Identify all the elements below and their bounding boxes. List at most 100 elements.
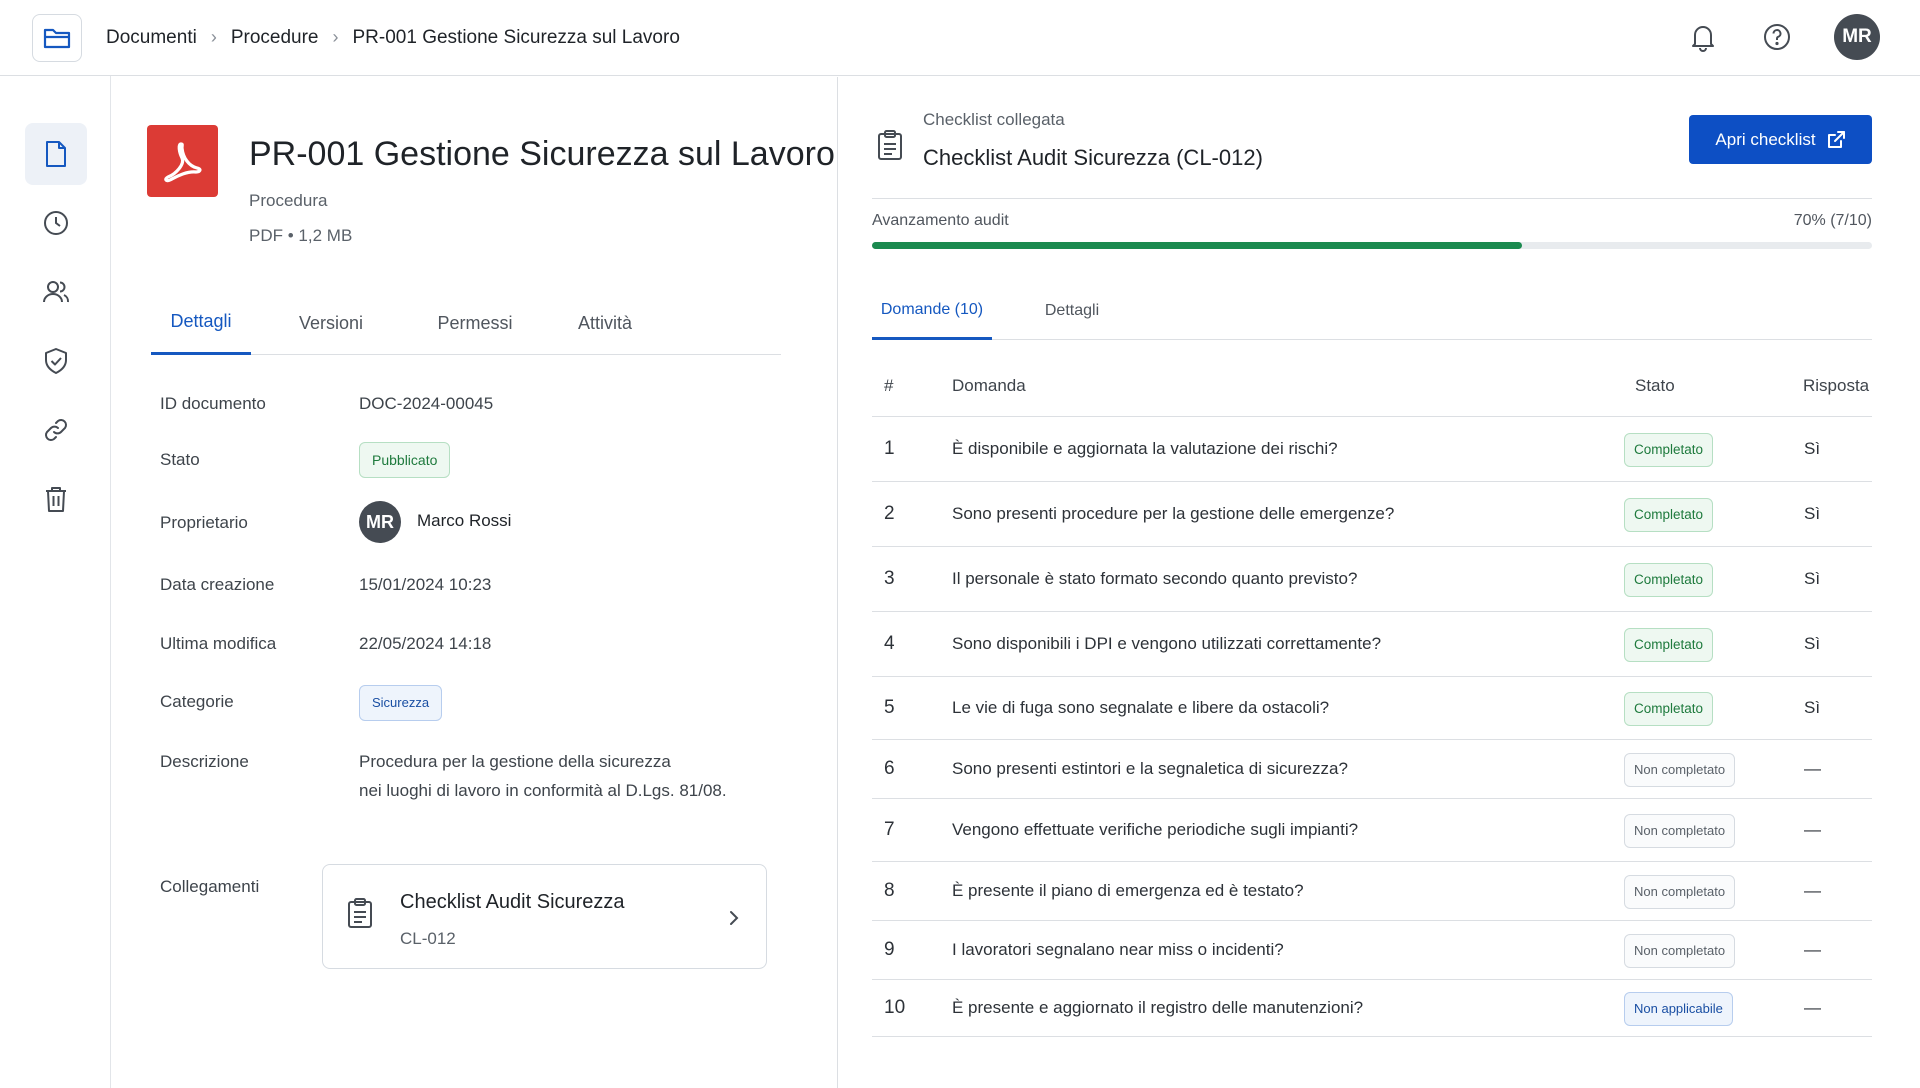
progress-value: 70% (7/10) [1793, 212, 1872, 229]
checklist-caption: Checklist collegata [923, 110, 1065, 129]
row-question: I lavoratori segnalano near miss o incid… [952, 939, 1284, 959]
table-row[interactable]: 10 È presente e aggiornato il registro de… [872, 980, 1872, 1037]
top-bar: Documenti › Procedure › PR-001 Gestione … [0, 0, 1920, 76]
document-meta: PDF • 1,2 MB [249, 226, 352, 246]
pdf-file-icon [147, 125, 218, 197]
table-row[interactable]: 9 I lavoratori segnalano near miss o inci… [872, 921, 1872, 980]
chevron-right-icon: › [332, 27, 339, 47]
open-checklist-button[interactable]: Apri checklist [1689, 115, 1872, 164]
users-icon [43, 281, 69, 303]
user-avatar[interactable]: MR [1834, 14, 1880, 60]
row-answer: Sì [1804, 503, 1821, 523]
table-row[interactable]: 8 È presente il piano di emergenza ed è t… [872, 862, 1872, 921]
document-details-panel: PR-001 Gestione Sicurezza sul Lavoro Pro… [112, 77, 838, 1088]
status-badge: Non completato [1624, 933, 1736, 968]
row-answer: Sì [1804, 697, 1821, 717]
clipboard-icon [348, 898, 372, 928]
sidebar-item-history[interactable] [25, 192, 87, 254]
progress-bar [872, 242, 1872, 249]
tab-attivita[interactable]: Attività [555, 291, 655, 355]
row-question: Vengono effettuate verifiche periodiche … [952, 819, 1359, 839]
sidebar-item-security[interactable] [25, 330, 87, 392]
sidebar-item-users[interactable] [25, 261, 87, 323]
tab-dettagli[interactable]: Dettagli [151, 291, 251, 355]
row-answer: — [1804, 939, 1821, 959]
table-row[interactable]: 4 Sono disponibili i DPI e vengono utiliz… [872, 612, 1872, 677]
row-answer: — [1804, 758, 1821, 778]
row-answer: Sì [1804, 438, 1821, 458]
table-body: 1 È disponibile e aggiornata la valutazio… [872, 417, 1872, 1037]
status-badge: Completato [1624, 562, 1714, 597]
owner-label: Proprietario [160, 513, 248, 532]
status-badge: Non completato [1624, 813, 1736, 848]
status-badge: Non completato [1624, 752, 1736, 787]
help-button[interactable] [1760, 20, 1794, 54]
status-badge: Completato [1624, 627, 1714, 662]
table-row[interactable]: 2 Sono presenti procedure per la gestione… [872, 482, 1872, 547]
status-label: Stato [160, 450, 200, 469]
row-status: Completato [1624, 562, 1714, 597]
breadcrumb-item-documenti[interactable]: Documenti [106, 27, 197, 49]
dot-separator: • [287, 226, 299, 245]
row-question: Sono disponibili i DPI e vengono utilizz… [952, 633, 1382, 653]
table-row[interactable]: 3 Il personale è stato formato secondo qu… [872, 547, 1872, 612]
trash-icon [46, 487, 66, 512]
document-icon [46, 141, 66, 167]
status-badge-text: Pubblicato [359, 442, 451, 478]
row-question: Le vie di fuga sono segnalate e libere d… [952, 697, 1330, 717]
owner-name[interactable]: Marco Rossi [417, 511, 511, 531]
clipboard-icon [878, 130, 902, 160]
row-number: 8 [884, 879, 895, 901]
category-badge-text[interactable]: Sicurezza [359, 685, 443, 721]
divider [872, 198, 1872, 199]
linked-checklist-title: Checklist Audit Sicurezza [400, 891, 625, 913]
breadcrumb-item-current: PR-001 Gestione Sicurezza sul Lavoro [352, 26, 680, 48]
help-icon [1764, 24, 1790, 50]
breadcrumb-item-procedure[interactable]: Procedure [231, 27, 319, 49]
table-row[interactable]: 1 È disponibile e aggiornata la valutazio… [872, 417, 1872, 482]
document-type: Procedura [249, 191, 328, 210]
tab-versioni[interactable]: Versioni [281, 291, 381, 355]
modified-value: 22/05/2024 14:18 [359, 634, 492, 653]
file-format: PDF [249, 226, 283, 245]
row-number: 9 [884, 938, 895, 960]
column-header-answer: Risposta [1803, 376, 1870, 395]
owner-avatar: MR [359, 501, 401, 543]
tab-permessi[interactable]: Permessi [425, 291, 525, 355]
notifications-button[interactable] [1686, 20, 1720, 54]
column-header-question: Domanda [952, 376, 1026, 395]
tab-domande[interactable]: Domande (10) [872, 282, 992, 340]
link-icon [45, 419, 67, 441]
created-label: Data creazione [160, 575, 275, 594]
sidebar-item-links[interactable] [25, 399, 87, 461]
description-line-2: nei luoghi di lavoro in conformità al D.… [359, 781, 727, 800]
clock-icon [44, 211, 68, 235]
row-number: 4 [884, 632, 895, 654]
status-badge: Non completato [1624, 874, 1736, 909]
sidebar-item-trash[interactable] [25, 468, 87, 530]
checklist-panel: Checklist collegata Checklist Audit Sicu… [839, 77, 1920, 1088]
chevron-right-icon: › [210, 27, 217, 47]
row-answer: Sì [1804, 568, 1821, 588]
status-badge: Completato [1624, 432, 1714, 467]
linked-checklist-card[interactable]: Checklist Audit Sicurezza CL-012 [322, 864, 767, 969]
table-row[interactable]: 6 Sono presenti estintori e la segnaletic… [872, 740, 1872, 799]
row-status: Non completato [1624, 752, 1736, 787]
table-row[interactable]: 5 Le vie di fuga sono segnalate e libere … [872, 677, 1872, 740]
document-tabs: Dettagli Versioni Permessi Attività [151, 291, 781, 355]
questions-table: # Domanda Stato Risposta 1 È disponibile … [872, 354, 1872, 1037]
row-number: 1 [884, 437, 895, 459]
row-number: 10 [884, 996, 906, 1018]
sidebar-rail [0, 76, 111, 1088]
row-question: Sono presenti estintori e la segnaletica… [952, 758, 1348, 778]
row-status: Completato [1624, 497, 1714, 532]
category-label: Categorie [160, 692, 234, 711]
sidebar-item-documents[interactable] [25, 123, 87, 185]
folder-icon [43, 28, 71, 48]
row-status: Completato [1624, 627, 1714, 662]
table-row[interactable]: 7 Vengono effettuate verifiche periodiche… [872, 799, 1872, 862]
folder-button[interactable] [32, 13, 82, 62]
tab-dettagli-checklist[interactable]: Dettagli [1022, 282, 1122, 340]
file-size: 1,2 MB [298, 226, 353, 245]
row-question: È presente e aggiornato il registro dell… [952, 997, 1364, 1017]
